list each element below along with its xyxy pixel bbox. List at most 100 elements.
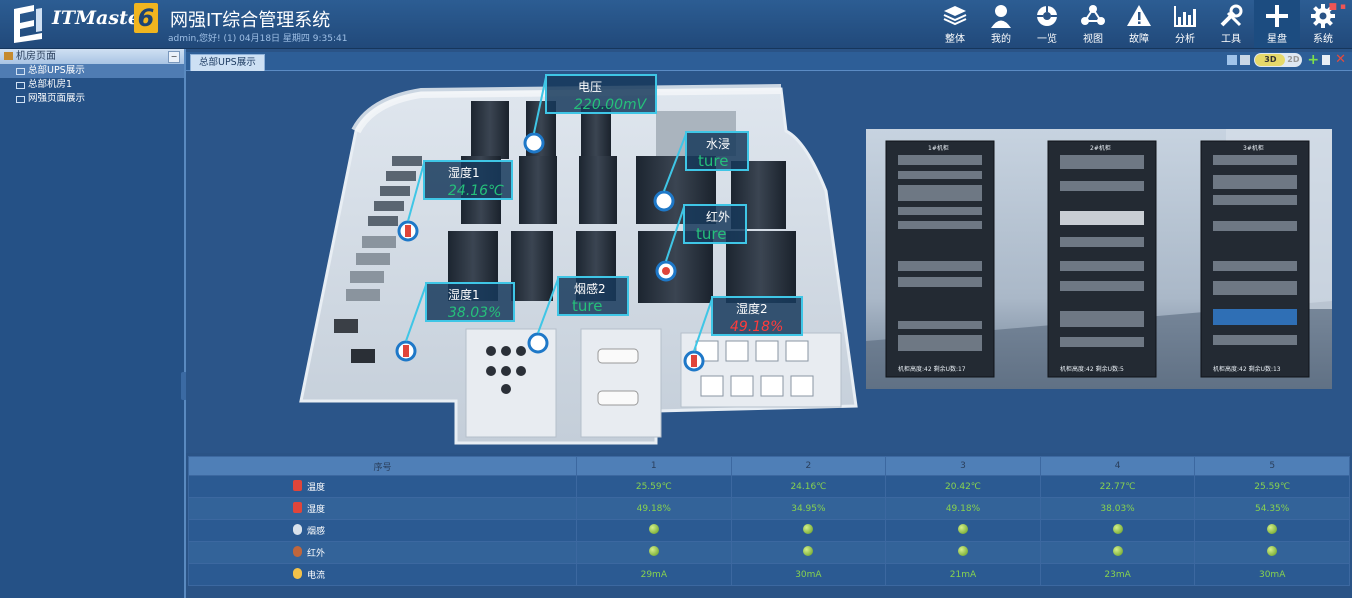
status-ok-icon (1112, 524, 1123, 534)
row-label: 温度 (307, 483, 326, 493)
nav-view[interactable]: 视图 (1070, 0, 1116, 48)
main-nav: 整体 我的 一览 视图 故障 分析 工具 星盘 系统 (932, 0, 1346, 48)
table-row-current: 电流 29mA 30mA 21mA 23mA 30mA (188, 563, 1350, 586)
row-label: 湿度 (307, 505, 326, 515)
smoke-detector-icon (293, 524, 302, 535)
page-icon (16, 68, 25, 75)
row-label: 电流 (307, 571, 326, 581)
status-ok-icon (957, 546, 968, 556)
rack-photo-panel[interactable]: 1#机柜 2#机柜 3#机柜 机柜高度:42 剩余U数:17 机柜高度:42 剩… (866, 129, 1332, 389)
minimize-button[interactable]: − (168, 51, 180, 63)
table-row-infrared: 红外 (188, 541, 1350, 564)
overview-icon (1037, 6, 1057, 26)
nav-overview[interactable]: 一览 (1024, 0, 1070, 48)
room-3d-view[interactable]: 电压 220.00mV 水浸 ture 湿度1 24.16℃ 红外 ture 烟… (186, 71, 1352, 453)
table-cell: 29mA (576, 563, 732, 586)
sidebar: 机房页面 − 总部UPS展示 总部机房1 网强页面展示 (0, 49, 186, 598)
sensor-table: 序号 1 2 3 4 5 温度 25.59℃ 24.16℃ 20.42℃ 22.… (188, 456, 1350, 586)
rack-tag-1: 1#机柜 (928, 144, 949, 152)
tab-ups-display[interactable]: 总部UPS展示 (190, 54, 265, 72)
status-ok-icon (1267, 546, 1278, 556)
topology-icon (1081, 5, 1105, 25)
table-cell: 49.18% (576, 497, 732, 520)
rack-footer-1: 机柜高度:42 剩余U数:17 (898, 365, 966, 373)
page-icon (16, 96, 25, 103)
status-ok-icon (803, 524, 814, 534)
table-header-col: 5 (1194, 456, 1350, 476)
callout-smoke-title: 烟感2 (574, 281, 606, 296)
callout-infrared-value: ture (696, 225, 726, 243)
callout-water-value: ture (698, 152, 728, 170)
fullscreen-icon[interactable] (1240, 55, 1251, 65)
table-cell: 49.18% (885, 497, 1041, 520)
rack-tag-2: 2#机柜 (1090, 144, 1111, 152)
table-cell: 25.59℃ (576, 475, 732, 498)
table-header-col: 4 (1039, 456, 1196, 476)
tools-icon (1220, 4, 1243, 27)
table-cell (1194, 541, 1350, 564)
close-icon[interactable]: ✕ (1335, 53, 1346, 66)
status-ok-icon (648, 524, 659, 534)
table-cell: 30mA (730, 563, 887, 586)
table-header-index: 序号 (188, 456, 577, 476)
table-cell: 30mA (1194, 563, 1350, 586)
logo-icon (14, 5, 42, 43)
row-label: 烟感 (307, 527, 326, 537)
add-icon[interactable]: + (1307, 53, 1319, 67)
sidebar-item-showcase[interactable]: 网强页面展示 (0, 92, 184, 106)
sidebar-item-room1[interactable]: 总部机房1 (0, 78, 184, 92)
sidebar-title: 机房页面 (16, 51, 56, 62)
lower-rooms (465, 328, 842, 438)
table-header-col: 2 (730, 456, 887, 476)
nav-mine[interactable]: 我的 (978, 0, 1024, 48)
infrared-sensor-icon (293, 546, 302, 557)
thermometer-icon (293, 480, 302, 491)
rack-footer-2: 机柜高度:42 剩余U数:5 (1060, 365, 1124, 373)
nav-analysis[interactable]: 分析 (1162, 0, 1208, 48)
table-cell: 34.95% (730, 497, 887, 520)
table-cell (885, 519, 1041, 542)
table-row-humidity: 湿度 49.18% 34.95% 49.18% 38.03% 54.35% (188, 497, 1350, 520)
alert-icon (1127, 5, 1151, 26)
nav-fault[interactable]: 故障 (1116, 0, 1162, 48)
table-header-col: 3 (885, 456, 1041, 476)
callout-temp1-title: 湿度1 (448, 165, 480, 180)
table-row-temperature: 温度 25.59℃ 24.16℃ 20.42℃ 22.77℃ 25.59℃ (188, 475, 1350, 498)
nav-tools[interactable]: 工具 (1208, 0, 1254, 48)
chart-icon (1174, 6, 1196, 27)
table-cell: 20.42℃ (885, 475, 1041, 498)
plus-icon (1266, 5, 1288, 27)
table-cell (576, 541, 732, 564)
document-icon[interactable] (1322, 55, 1331, 65)
callout-humidity2-value: 49.18% (730, 319, 783, 335)
callout-humidity1-title: 湿度1 (448, 287, 480, 302)
nav-star[interactable]: 星盘 (1254, 0, 1300, 48)
table-header-row: 序号 1 2 3 4 5 (188, 456, 1350, 476)
table-cell (730, 541, 887, 564)
system-title: 网强IT综合管理系统 (170, 10, 331, 31)
table-cell: 22.77℃ (1039, 475, 1196, 498)
sidebar-header: 机房页面 − (0, 49, 184, 64)
floor-plan-svg: 电压 220.00mV 水浸 ture 湿度1 24.16℃ 红外 ture 烟… (299, 74, 1332, 445)
table-cell (885, 541, 1041, 564)
table-header-col: 1 (576, 456, 732, 476)
hygrometer-icon (293, 502, 302, 513)
table-cell (1039, 541, 1196, 564)
sidebar-item-ups[interactable]: 总部UPS展示 (0, 64, 184, 78)
status-ok-icon (957, 524, 968, 534)
table-cell (730, 519, 887, 542)
current-meter-icon (293, 568, 302, 579)
status-ok-icon (803, 546, 814, 556)
view-mode-toggle[interactable]: 3D 2D (1254, 53, 1303, 67)
table-row-smoke: 烟感 (188, 519, 1350, 542)
window-controls[interactable]: ■ ▪ (1329, 2, 1346, 12)
header: ITMaster 6 网强IT综合管理系统 admin,您好! (1) 04月1… (0, 0, 1352, 49)
table-cell: 24.16℃ (730, 475, 887, 498)
table-cell (1039, 519, 1196, 542)
nav-overall[interactable]: 整体 (932, 0, 978, 48)
table-cell: 38.03% (1039, 497, 1196, 520)
callout-humidity1-value: 38.03% (448, 305, 501, 321)
tab-bar: 总部UPS展示 3D 2D + ✕ (186, 52, 1352, 72)
rack-footer-3: 机柜高度:42 剩余U数:13 (1213, 365, 1281, 373)
monitor-icon[interactable] (1227, 55, 1238, 65)
